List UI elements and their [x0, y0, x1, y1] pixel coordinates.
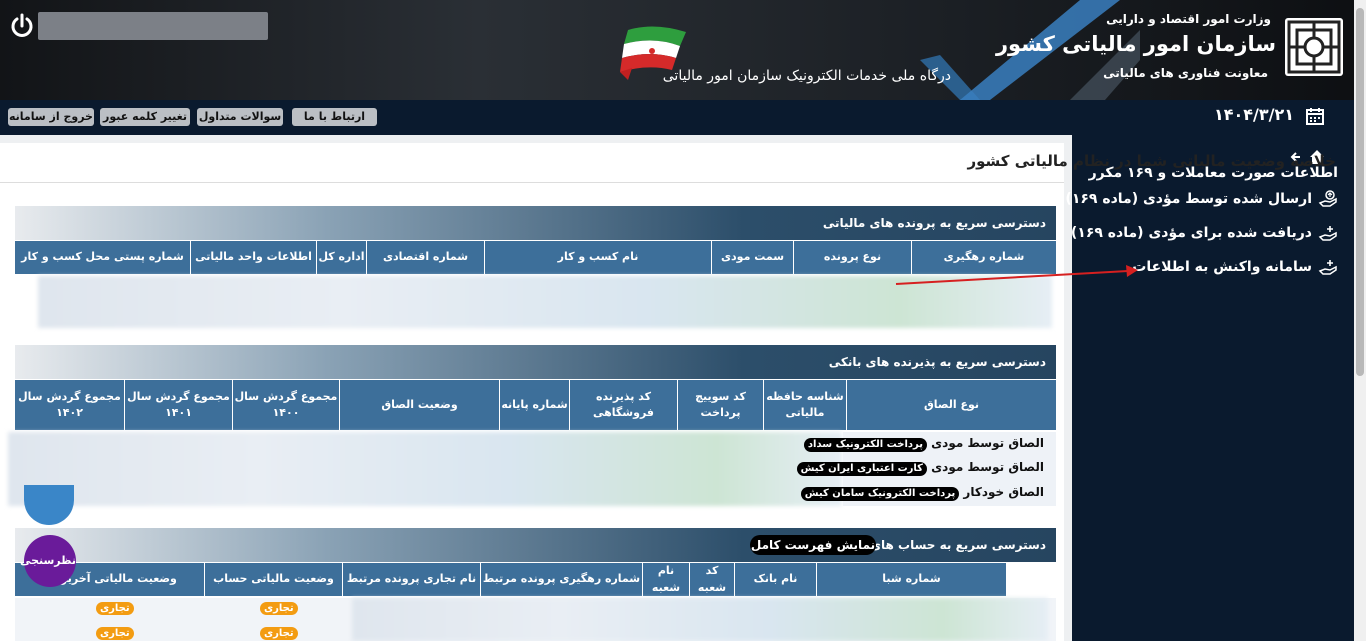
- sidebar-item-received[interactable]: دریافت شده برای مؤدی (ماده ۱۶۹): [1071, 223, 1338, 243]
- section-title: دسترسی سریع به پذیرنده های بانکی: [828, 355, 1046, 369]
- portal-title: درگاه ملی خدمات الکترونیک سازمان امور ما…: [662, 68, 951, 84]
- sidebar-item-sent[interactable]: ارسال شده توسط مؤدی (ماده ۱۶۹): [1065, 189, 1338, 209]
- bank-badge: پرداخت الکترونیک سداد: [803, 438, 927, 452]
- sidebar-item-label: دریافت شده برای مؤدی (ماده ۱۶۹): [1070, 225, 1312, 241]
- column-header[interactable]: مجموع گردش سال ۱۴۰۱: [124, 380, 232, 430]
- column-header[interactable]: نام کسب و کار: [484, 241, 711, 274]
- table-row: الصاق خودکار پرداخت الکترونیک سامان کیش: [800, 485, 1044, 501]
- hand-plus-icon: [1318, 226, 1337, 241]
- tax-org-logo-icon: [1285, 18, 1343, 76]
- section-tax-files-header: دسترسی سریع به پرونده های مالیاتی: [15, 206, 1056, 240]
- column-header[interactable]: شماره اقتصادی: [366, 241, 484, 274]
- redacted-rows: [352, 598, 1048, 641]
- power-icon[interactable]: [8, 12, 36, 40]
- org-name: سازمان امور مالیاتی کشور: [995, 32, 1276, 56]
- title-divider: [0, 182, 1064, 183]
- redacted-rows: [38, 276, 1052, 328]
- column-header[interactable]: شماره رهگیری: [911, 241, 1056, 274]
- section-title: دسترسی سریع به پرونده های مالیاتی: [822, 216, 1046, 230]
- status-badge: تجاری: [96, 627, 134, 640]
- column-header[interactable]: نام تجاری پرونده مرتبط: [342, 563, 480, 596]
- column-header[interactable]: مجموع گردش سال ۱۴۰۰: [232, 380, 339, 430]
- app-header: وزارت امور اقتصاد و دارایی سازمان امور م…: [0, 0, 1366, 100]
- page-title: خلاصه وضعیت مالیاتی شما در نظام مالیاتی …: [967, 152, 1336, 170]
- attach-type: الصاق توسط مودی: [931, 436, 1044, 450]
- bank-badge: کارت اعتباری ایران کیش: [796, 462, 927, 476]
- column-header[interactable]: نام بانک: [734, 563, 816, 596]
- attach-type: الصاق توسط مودی: [931, 460, 1044, 474]
- column-header[interactable]: کد پذیرنده فروشگاهی: [569, 380, 677, 430]
- contact-button[interactable]: ارتباط با ما: [292, 108, 377, 126]
- status-badge: تجاری: [260, 602, 298, 615]
- show-all-button[interactable]: نمایش فهرست کامل: [750, 535, 876, 555]
- hand-upload-icon: [1318, 190, 1337, 207]
- scrollbar-thumb[interactable]: [1356, 8, 1364, 376]
- tax-files-table-header: شماره رهگیری نوع پرونده سمت مودی نام کسب…: [15, 241, 1056, 274]
- ministry-title: وزارت امور اقتصاد و دارایی: [1106, 12, 1271, 26]
- change-password-button[interactable]: تغییر کلمه عبور: [100, 108, 190, 126]
- redacted-rows: [8, 432, 842, 506]
- survey-button[interactable]: نظرسنجی: [20, 535, 76, 587]
- column-header[interactable]: وضعیت مالیاتی حساب: [204, 563, 342, 596]
- column-header[interactable]: نوع پرونده: [793, 241, 911, 274]
- deputy-title: معاونت فناوری های مالیاتی: [1103, 66, 1268, 80]
- hand-plus-icon: [1318, 260, 1337, 275]
- column-header[interactable]: شماره پایانه: [499, 380, 569, 430]
- column-header[interactable]: شماره شبا: [816, 563, 1006, 596]
- sidebar-item-label: سامانه واکنش به اطلاعات: [1132, 259, 1312, 275]
- bank-acceptors-table-header: نوع الصاق شناسه حافظه مالیاتی کد سوییچ پ…: [15, 380, 1056, 430]
- column-header[interactable]: وضعیت الصاق: [339, 380, 499, 430]
- current-date: ۱۴۰۴/۳/۲۱: [1213, 105, 1294, 124]
- column-header[interactable]: نوع الصاق: [846, 380, 1056, 430]
- calendar-icon: [1306, 108, 1324, 125]
- page-scrollbar[interactable]: [1354, 0, 1366, 641]
- section-bank-accounts-header: دسترسی سریع به حساب های بانکی: [15, 528, 1056, 562]
- sidebar-item-reaction[interactable]: سامانه واکنش به اطلاعات: [1132, 257, 1338, 277]
- bank-badge: پرداخت الکترونیک سامان کیش: [800, 487, 960, 501]
- column-header[interactable]: نام شعبه: [642, 563, 689, 596]
- column-header[interactable]: شناسه حافظه مالیاتی: [763, 380, 846, 430]
- bank-accounts-table-header: شماره شبا نام بانک کد شعبه نام شعبه شمار…: [15, 563, 1006, 596]
- status-badge: تجاری: [260, 627, 298, 640]
- user-name-box: [38, 12, 268, 40]
- table-row: الصاق توسط مودی کارت اعتباری ایران کیش: [796, 460, 1044, 476]
- column-header[interactable]: کد شعبه: [689, 563, 734, 596]
- sidebar-item-label: ارسال شده توسط مؤدی (ماده ۱۶۹): [1065, 191, 1312, 207]
- section-bank-acceptors-header: دسترسی سریع به پذیرنده های بانکی: [15, 345, 1056, 379]
- column-header[interactable]: کد سوییچ پرداخت: [677, 380, 763, 430]
- column-header[interactable]: اداره کل: [316, 241, 366, 274]
- table-row: الصاق توسط مودی پرداخت الکترونیک سداد: [803, 436, 1044, 452]
- column-header[interactable]: شماره رهگیری پرونده مرتبط: [480, 563, 642, 596]
- attach-type: الصاق خودکار: [963, 485, 1044, 499]
- column-header[interactable]: شماره پستی محل کسب و کار: [15, 241, 190, 274]
- column-header[interactable]: اطلاعات واحد مالیاتی: [190, 241, 316, 274]
- column-header[interactable]: مجموع گردش سال ۱۴۰۲: [15, 380, 124, 430]
- column-header[interactable]: سمت مودی: [711, 241, 793, 274]
- sidebar: اطلاعات صورت معاملات و ۱۶۹ مکرر ارسال شد…: [1065, 135, 1354, 641]
- faq-button[interactable]: سوالات متداول: [197, 108, 283, 126]
- status-badge: تجاری: [96, 602, 134, 615]
- logout-button[interactable]: خروج از سامانه: [8, 108, 94, 126]
